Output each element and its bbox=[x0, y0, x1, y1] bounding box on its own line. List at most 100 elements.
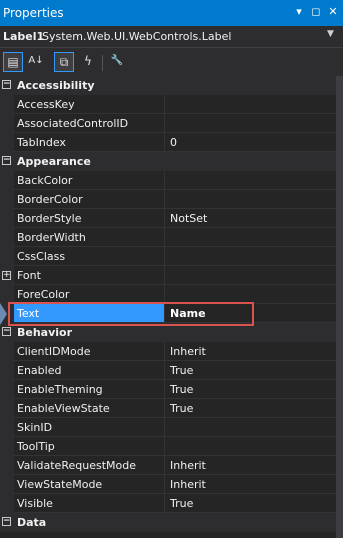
events-icon[interactable]: ϟ bbox=[78, 52, 98, 72]
collapse-icon[interactable]: − bbox=[2, 327, 11, 336]
property-row-visible[interactable]: Visible True bbox=[0, 494, 343, 513]
row-margin bbox=[0, 437, 14, 456]
property-row-enable-view-state[interactable]: EnableViewState True bbox=[0, 399, 343, 418]
property-row-skin-id[interactable]: SkinID bbox=[0, 418, 343, 437]
category-label: Appearance bbox=[17, 155, 91, 168]
property-row-access-key[interactable]: AccessKey bbox=[0, 95, 343, 114]
property-value[interactable] bbox=[165, 266, 343, 285]
property-value[interactable] bbox=[165, 285, 343, 304]
row-margin bbox=[0, 494, 14, 513]
category-behavior[interactable]: − Behavior bbox=[0, 323, 343, 342]
row-margin bbox=[0, 133, 14, 152]
collapse-icon[interactable]: − bbox=[2, 517, 11, 526]
property-name[interactable]: ViewStateMode bbox=[14, 475, 165, 494]
property-name[interactable]: AssociatedControlID bbox=[14, 114, 165, 133]
property-row-client-idmode[interactable]: ClientIDMode Inherit bbox=[0, 342, 343, 361]
property-row-font[interactable]: + Font bbox=[0, 266, 343, 285]
row-margin bbox=[0, 399, 14, 418]
property-name[interactable]: TabIndex bbox=[14, 133, 165, 152]
property-name[interactable]: BorderWidth bbox=[14, 228, 165, 247]
category-appearance[interactable]: − Appearance bbox=[0, 152, 343, 171]
property-value[interactable]: Inherit bbox=[165, 342, 343, 361]
row-margin bbox=[0, 228, 14, 247]
property-pages-icon[interactable]: 🔧 bbox=[107, 52, 127, 72]
property-row-border-color[interactable]: BorderColor bbox=[0, 190, 343, 209]
property-row-tab-index[interactable]: TabIndex 0 bbox=[0, 133, 343, 152]
property-name[interactable]: ClientIDMode bbox=[14, 342, 165, 361]
collapse-icon[interactable]: − bbox=[2, 80, 11, 89]
row-margin bbox=[0, 361, 14, 380]
property-row-border-style[interactable]: BorderStyle NotSet bbox=[0, 209, 343, 228]
property-value[interactable] bbox=[165, 228, 343, 247]
property-value[interactable]: True bbox=[165, 494, 343, 513]
pointer-arrow-icon bbox=[0, 303, 7, 325]
property-value[interactable] bbox=[165, 114, 343, 133]
property-name[interactable]: BorderColor bbox=[14, 190, 165, 209]
property-value[interactable] bbox=[165, 437, 343, 456]
property-name[interactable]: BackColor bbox=[14, 171, 165, 190]
title-bar: Properties ▾ ◻ ✕ bbox=[0, 0, 343, 26]
property-name[interactable]: Text bbox=[14, 304, 165, 323]
category-accessibility[interactable]: − Accessibility bbox=[0, 76, 343, 95]
property-name[interactable]: Visible bbox=[14, 494, 165, 513]
property-row-fore-color[interactable]: ForeColor bbox=[0, 285, 343, 304]
row-margin bbox=[0, 380, 14, 399]
row-margin bbox=[0, 475, 14, 494]
property-row-validate-request-mode[interactable]: ValidateRequestMode Inherit bbox=[0, 456, 343, 475]
property-value[interactable]: True bbox=[165, 380, 343, 399]
properties-toolbar: ▤ A↓ ⧉ ϟ 🔧 bbox=[0, 48, 343, 76]
property-name[interactable]: EnableViewState bbox=[14, 399, 165, 418]
collapse-icon[interactable]: − bbox=[2, 156, 11, 165]
property-value[interactable]: 0 bbox=[165, 133, 343, 152]
property-name[interactable]: BorderStyle bbox=[14, 209, 165, 228]
property-value[interactable]: Name bbox=[165, 304, 343, 323]
close-button[interactable]: ✕ bbox=[325, 4, 341, 20]
object-selector[interactable]: Label1 System.Web.UI.WebControls.Label ▼ bbox=[0, 26, 343, 48]
row-margin bbox=[0, 285, 14, 304]
maximize-button[interactable]: ◻ bbox=[308, 4, 324, 20]
property-value[interactable] bbox=[165, 95, 343, 114]
row-margin bbox=[0, 456, 14, 475]
property-value[interactable]: True bbox=[165, 361, 343, 380]
property-name[interactable]: Font bbox=[14, 266, 165, 285]
property-row-enable-theming[interactable]: EnableTheming True bbox=[0, 380, 343, 399]
property-row-view-state-mode[interactable]: ViewStateMode Inherit bbox=[0, 475, 343, 494]
alphabetical-icon[interactable]: A↓ bbox=[26, 52, 46, 72]
property-value[interactable]: True bbox=[165, 399, 343, 418]
object-type: System.Web.UI.WebControls.Label bbox=[42, 30, 232, 43]
property-value[interactable]: Inherit bbox=[165, 475, 343, 494]
property-name[interactable]: ForeColor bbox=[14, 285, 165, 304]
property-name[interactable]: CssClass bbox=[14, 247, 165, 266]
category-label: Data bbox=[17, 516, 47, 529]
property-value[interactable] bbox=[165, 247, 343, 266]
categorized-icon[interactable]: ▤ bbox=[3, 52, 23, 72]
property-row-associated-control-id[interactable]: AssociatedControlID bbox=[0, 114, 343, 133]
property-row-tool-tip[interactable]: ToolTip bbox=[0, 437, 343, 456]
property-row-text[interactable]: Text Name bbox=[0, 304, 343, 323]
window-position-button[interactable]: ▾ bbox=[291, 4, 307, 20]
property-name[interactable]: Enabled bbox=[14, 361, 165, 380]
property-value[interactable] bbox=[165, 190, 343, 209]
property-name[interactable]: SkinID bbox=[14, 418, 165, 437]
row-margin bbox=[0, 209, 14, 228]
scrollbar[interactable] bbox=[336, 76, 343, 538]
properties-icon[interactable]: ⧉ bbox=[54, 52, 74, 72]
property-grid: − Accessibility AccessKey AssociatedControl… bbox=[0, 76, 343, 538]
category-label: Accessibility bbox=[17, 79, 95, 92]
property-value[interactable] bbox=[165, 171, 343, 190]
property-row-back-color[interactable]: BackColor bbox=[0, 171, 343, 190]
expand-icon[interactable]: + bbox=[2, 271, 11, 280]
property-name[interactable]: ToolTip bbox=[14, 437, 165, 456]
property-row-enabled[interactable]: Enabled True bbox=[0, 361, 343, 380]
property-value[interactable] bbox=[165, 418, 343, 437]
chevron-down-icon[interactable]: ▼ bbox=[327, 29, 334, 39]
property-name[interactable]: ValidateRequestMode bbox=[14, 456, 165, 475]
property-value[interactable]: NotSet bbox=[165, 209, 343, 228]
property-row-border-width[interactable]: BorderWidth bbox=[0, 228, 343, 247]
category-data[interactable]: − Data bbox=[0, 513, 343, 532]
property-row-css-class[interactable]: CssClass bbox=[0, 247, 343, 266]
property-value[interactable]: Inherit bbox=[165, 456, 343, 475]
property-name[interactable]: EnableTheming bbox=[14, 380, 165, 399]
property-name[interactable]: AccessKey bbox=[14, 95, 165, 114]
row-margin bbox=[0, 190, 14, 209]
